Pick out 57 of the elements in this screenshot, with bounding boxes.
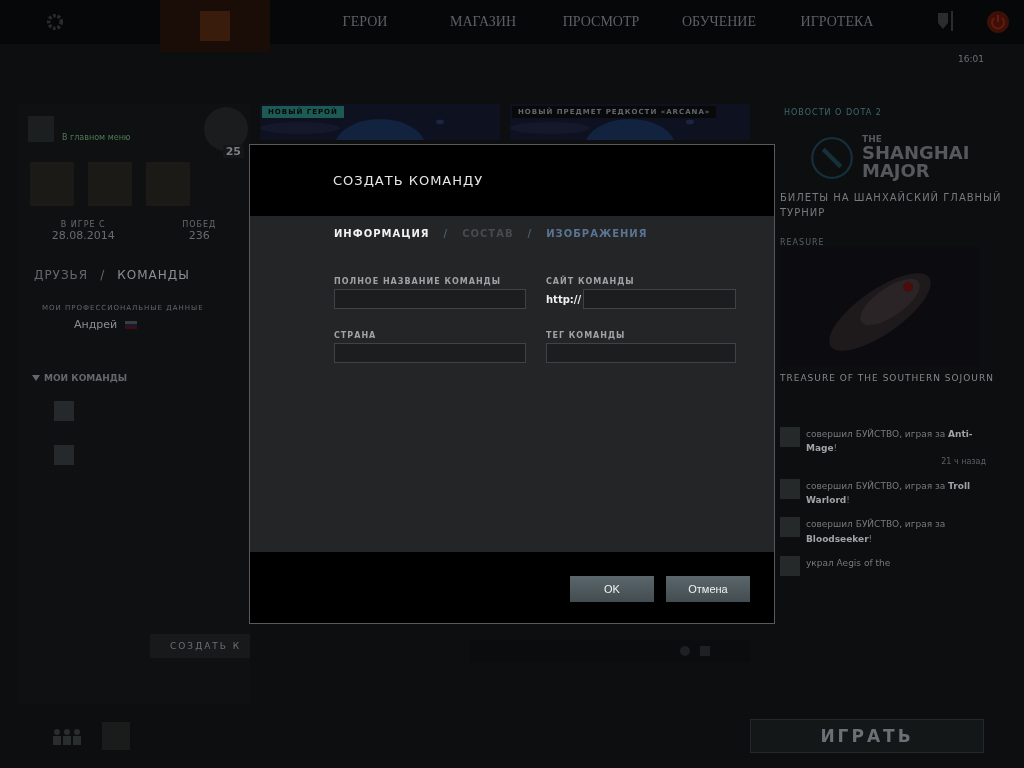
- separator-text: /: [527, 228, 533, 239]
- input-field[interactable]: [583, 289, 736, 309]
- field-label: ПОЛНОЕ НАЗВАНИЕ КОМАНДЫ: [334, 277, 502, 286]
- separator-text: /: [443, 228, 449, 239]
- field-label: САЙТ КОМАНДЫ: [546, 277, 636, 286]
- social-tab[interactable]: КОМАНДЫ: [117, 268, 190, 282]
- ok-button[interactable]: OK: [570, 576, 654, 602]
- teams-header[interactable]: МОИ КОМАНДЫ: [18, 373, 250, 383]
- card-title: TREASURE OF THE SOUTHERN SOJOURN: [780, 372, 995, 385]
- dialog-tab[interactable]: ИЗОБРАЖЕНИЯ: [546, 228, 648, 239]
- feed-text: украл Aegis of the: [806, 557, 892, 571]
- play-button[interactable]: ИГРАТЬ: [750, 719, 984, 753]
- field-label: ТЕГ КОМАНДЫ: [546, 331, 627, 340]
- dialog-title: СОЗДАТЬ КОМАНДУ: [333, 173, 484, 188]
- settings-icon[interactable]: [46, 13, 64, 31]
- avatar: [780, 478, 800, 499]
- input-field[interactable]: [334, 289, 526, 309]
- player-name: Андрей: [74, 318, 118, 331]
- feed-text: совершил БУЙСТВО, играя за Troll Warlord!: [806, 479, 972, 507]
- card-label: REASURE: [780, 237, 826, 247]
- logo-text: THE: [862, 135, 883, 144]
- stat-value: 236: [188, 229, 210, 242]
- feed-text: совершил БУЙСТВО, играя за Bloodseeker!: [806, 517, 947, 546]
- feed-text: совершил БУЙСТВО, играя за Anti-Mage!: [806, 427, 974, 456]
- feed-time: 21 ч назад: [941, 455, 986, 468]
- nav-tab[interactable]: ИГРОТЕКА: [778, 14, 896, 30]
- level-badge: 25: [222, 145, 244, 158]
- party-icon[interactable]: [52, 726, 82, 746]
- player-status: В главном меню: [62, 132, 131, 142]
- stat-label: ПОБЕД: [182, 220, 217, 229]
- news-headline[interactable]: БИЛЕТЫ НА ШАНХАЙСКИЙ ГЛАВНЫЙ ТУРНИР: [778, 190, 1004, 220]
- avatar: [780, 517, 800, 538]
- news-title: НОВОСТИ О DOTA 2: [783, 107, 883, 117]
- logo-text: MAJOR: [862, 162, 931, 180]
- field-label: СТРАНА: [334, 331, 378, 340]
- nav-tab[interactable]: МАГАЗИН: [424, 14, 542, 30]
- nav-tab[interactable]: ГЕРОИ: [306, 14, 424, 30]
- create-team-button[interactable]: СОЗДАТЬ К: [150, 634, 250, 658]
- field-prefix: http://: [546, 293, 582, 305]
- avatar: [780, 427, 800, 447]
- social-tab[interactable]: ДРУЗЬЯ: [34, 268, 89, 282]
- power-icon[interactable]: [986, 10, 1010, 34]
- flag-icon: [125, 320, 138, 329]
- dialog-tab[interactable]: ИНФОРМАЦИЯ: [334, 228, 430, 239]
- clock-text: 16:01: [958, 54, 984, 64]
- logo-text: SHANGHAI: [862, 144, 970, 162]
- nav-tab[interactable]: ПРОСМОТР: [542, 14, 660, 30]
- avatar: [780, 556, 800, 577]
- team-logo: [54, 401, 74, 421]
- input-field[interactable]: [546, 343, 736, 363]
- stat-value: 28.08.2014: [51, 229, 115, 242]
- nav-tab[interactable]: ОБУЧЕНИЕ: [660, 14, 778, 30]
- input-field[interactable]: [334, 343, 526, 363]
- team-logo: [54, 445, 74, 465]
- separator-text: /: [100, 268, 106, 282]
- stat-label: В ИГРЕ С: [60, 220, 106, 229]
- cancel-button[interactable]: Отмена: [666, 576, 750, 602]
